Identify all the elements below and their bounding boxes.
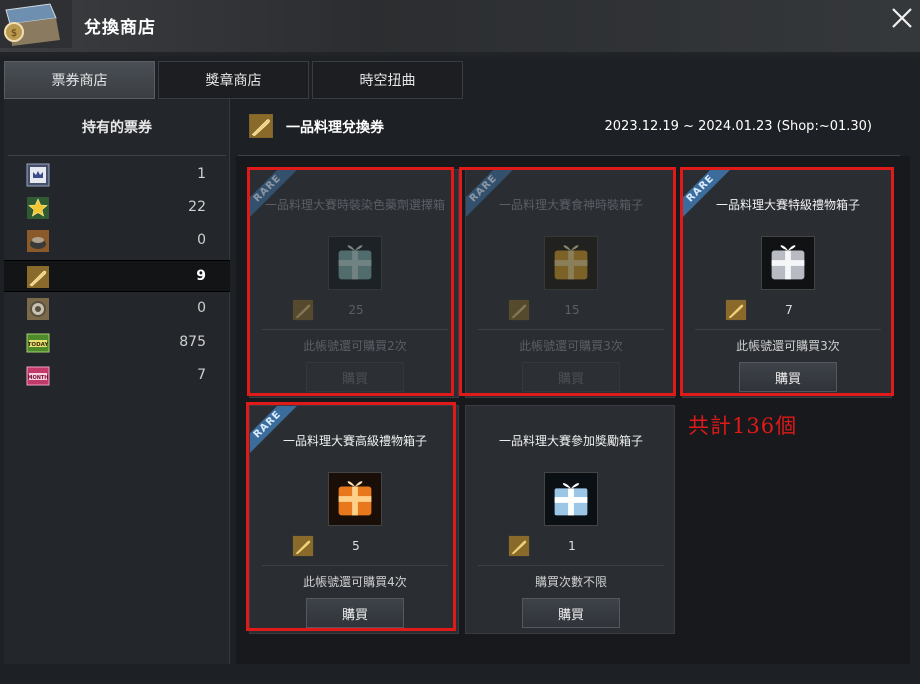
ticket-row[interactable]: MONTH 7 [4,360,230,392]
purchase-limit: 此帳號還可購買3次 [736,339,840,353]
golden-spatula-ticket-icon [27,266,49,288]
shop-item-card: 一品料理大賽參加獎勵箱子 1 購買次數不限 購買 [465,405,675,634]
item-grid: RARE 一品料理大賽時裝染色藥劑選擇箱 25 此帳號還可購買2次 購買 RAR… [236,156,910,664]
ticket-title: 一品料理兌換券 [286,120,384,136]
buy-button[interactable]: 購買 [306,598,404,628]
silver-gift-box-icon[interactable] [761,236,815,290]
buy-button[interactable]: 購買 [522,362,620,392]
item-cost: 25 [348,303,364,317]
crown-ticket-icon [26,163,50,187]
star-ticket-icon [27,197,49,219]
total-count-annotation: 共計136個 [688,414,798,438]
ticket-row[interactable]: TODAY 875 [4,327,230,359]
ticket-row[interactable]: 1 [4,159,230,191]
close-icon[interactable] [890,6,914,30]
ticket-row[interactable]: 0 [4,293,230,325]
shop-date-range: 2023.12.19 ~ 2024.01.23 (Shop:~01.30) [604,119,872,134]
rare-ribbon: RARE [250,406,302,459]
buy-button[interactable]: 購買 [739,362,837,392]
ticket-count: 7 [197,367,206,383]
divider [8,155,226,156]
gold-gift-box-icon[interactable] [544,236,598,290]
month-ticket-icon: MONTH [26,366,50,386]
ticket-row[interactable]: 0 [4,225,230,257]
shop-item-card: RARE 一品料理大賽特級禮物箱子 7 此帳號還可購買3次 購買 [682,169,892,398]
item-cost: 7 [785,303,793,317]
ticket-count: 0 [197,232,206,248]
ticket-count: 22 [188,199,206,215]
teal-gift-box-icon[interactable] [328,236,382,290]
item-name: 一品料理大賽時裝染色藥劑選擇箱 [264,198,445,212]
svg-text:TODAY: TODAY [28,342,50,348]
window-title: 兌換商店 [84,18,156,38]
shop-tabs: 票券商店 獎章商店 時空扭曲 [4,61,466,99]
today-ticket-icon: TODAY [26,333,50,353]
divider [262,565,448,566]
shop-item-card: RARE 一品料理大賽食神時裝箱子 15 此帳號還可購買3次 購買 [465,169,675,398]
divider [478,329,664,330]
shop-stall-icon: $ [0,0,72,48]
exchange-shop-window: $ 兌換商店 票券商店 獎章商店 時空扭曲 持有的票券 1 22 0 9 0 T… [0,0,920,684]
gear-ticket-icon [27,298,49,320]
item-cost: 1 [568,539,576,553]
ticket-sidebar: 持有的票券 1 22 0 9 0 TODAY 875 MONTH 7 [4,99,230,664]
tab-medal-shop[interactable]: 獎章商店 [158,61,309,99]
title-bar: $ 兌換商店 [0,0,920,52]
divider [262,329,448,330]
svg-text:$: $ [11,28,17,39]
ticket-count: 9 [196,268,206,284]
rare-ribbon: RARE [250,170,302,223]
buy-button[interactable]: 購買 [522,598,620,628]
divider [478,565,664,566]
ticket-count: 1 [197,166,206,182]
cooking-pot-ticket-icon [27,230,49,252]
purchase-limit: 此帳號還可購買3次 [519,339,623,353]
sidebar-title: 持有的票券 [82,120,152,136]
golden-spatula-ticket-icon [249,114,273,138]
item-name: 一品料理大賽高級禮物箱子 [282,434,427,448]
ticket-count: 0 [197,300,206,316]
ticket-row-selected[interactable]: 9 [4,260,230,292]
item-cost: 5 [352,539,360,553]
divider [695,329,881,330]
orange-gift-box-icon[interactable] [328,472,382,526]
buy-button[interactable]: 購買 [306,362,404,392]
purchase-limit: 此帳號還可購買2次 [303,339,407,353]
rare-ribbon: RARE [466,170,518,223]
item-name: 一品料理大賽參加獎勵箱子 [498,434,643,448]
blue-gift-box-icon[interactable] [544,472,598,526]
tab-time-warp[interactable]: 時空扭曲 [312,61,463,99]
ticket-count: 875 [179,334,206,350]
shop-item-card: RARE 一品料理大賽時裝染色藥劑選擇箱 25 此帳號還可購買2次 購買 [249,169,459,398]
rare-ribbon: RARE [683,170,735,223]
svg-text:MONTH: MONTH [27,375,48,381]
purchase-limit: 購買次數不限 [534,575,607,589]
ticket-row[interactable]: 22 [4,192,230,224]
shop-item-card: RARE 一品料理大賽高級禮物箱子 5 此帳號還可購買4次 購買 [249,405,459,634]
purchase-limit: 此帳號還可購買4次 [303,575,407,589]
tab-ticket-shop[interactable]: 票券商店 [4,61,155,99]
item-name: 一品料理大賽食神時裝箱子 [498,198,643,212]
item-cost: 15 [564,303,580,317]
item-name: 一品料理大賽特級禮物箱子 [715,198,860,212]
